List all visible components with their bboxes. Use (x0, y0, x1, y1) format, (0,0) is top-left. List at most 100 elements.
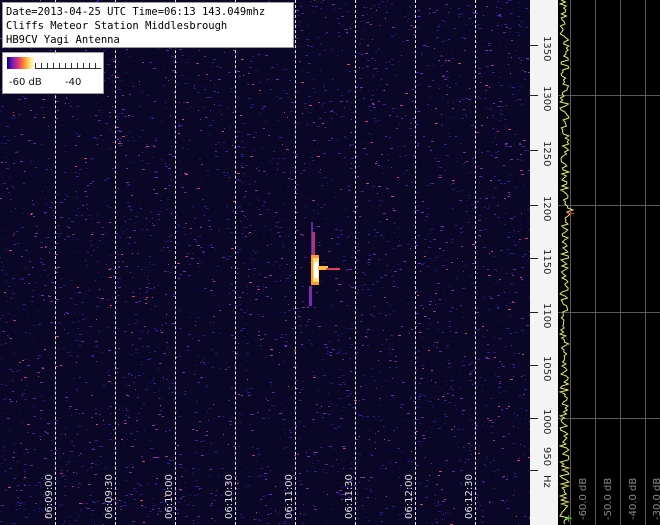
noise-speck (289, 437, 292, 438)
noise-speck (293, 308, 294, 309)
noise-speck (181, 312, 182, 313)
noise-speck (489, 253, 490, 254)
peak-marker: + (566, 207, 576, 220)
noise-speck (204, 215, 205, 216)
noise-speck (85, 162, 87, 163)
noise-speck (356, 439, 358, 440)
noise-speck (298, 316, 301, 317)
noise-speck (280, 438, 281, 439)
noise-speck (301, 13, 304, 14)
noise-speck (166, 50, 169, 51)
noise-speck (87, 185, 89, 186)
noise-speck (523, 454, 524, 455)
noise-speck (14, 136, 16, 137)
noise-speck (271, 67, 274, 68)
noise-speck (125, 72, 127, 73)
noise-speck (464, 356, 466, 357)
noise-speck (486, 6, 488, 7)
noise-speck (17, 485, 20, 486)
noise-speck (138, 106, 141, 107)
legend-max-label: -40 (65, 77, 82, 88)
noise-speck (273, 264, 274, 265)
noise-speck (2, 331, 5, 332)
noise-speck (401, 55, 402, 56)
noise-speck (36, 287, 37, 288)
noise-speck (108, 375, 110, 376)
noise-speck (455, 225, 457, 226)
noise-speck (149, 352, 150, 353)
noise-speck (308, 63, 311, 64)
noise-speck (170, 241, 173, 242)
freq-unit-label: Hz (541, 475, 552, 488)
noise-speck (380, 235, 383, 236)
noise-speck (372, 95, 374, 96)
noise-speck (378, 7, 381, 8)
noise-speck (458, 8, 460, 9)
noise-speck (506, 408, 508, 409)
noise-speck (490, 407, 491, 408)
noise-speck (141, 172, 142, 173)
noise-speck (303, 504, 304, 505)
noise-speck (300, 400, 302, 401)
noise-speck (444, 291, 445, 292)
noise-speck (152, 425, 155, 426)
noise-speck (108, 381, 111, 382)
noise-speck (416, 291, 418, 292)
noise-speck (228, 400, 230, 401)
noise-speck (329, 382, 330, 383)
noise-speck (230, 91, 232, 92)
noise-speck (206, 384, 207, 385)
noise-speck (66, 226, 68, 227)
noise-speck (380, 405, 381, 406)
noise-speck (410, 135, 411, 136)
noise-speck (388, 167, 389, 168)
noise-speck (339, 490, 342, 491)
noise-speck (521, 267, 524, 268)
noise-speck (266, 466, 269, 467)
noise-speck (31, 213, 33, 214)
noise-speck (392, 349, 394, 350)
noise-speck (78, 340, 79, 341)
noise-speck (29, 513, 30, 514)
noise-speck (91, 417, 93, 418)
noise-speck (447, 85, 448, 86)
noise-speck (176, 357, 177, 358)
noise-speck (337, 55, 339, 56)
noise-speck (139, 136, 140, 137)
noise-speck (249, 282, 252, 283)
noise-speck (401, 118, 403, 119)
noise-speck (330, 372, 332, 373)
noise-speck (407, 413, 410, 414)
noise-speck (424, 316, 427, 317)
noise-speck (107, 48, 109, 49)
noise-speck (61, 470, 63, 471)
noise-speck (492, 72, 495, 73)
noise-speck (126, 410, 129, 411)
noise-speck (3, 266, 4, 267)
noise-speck (22, 395, 23, 396)
noise-speck (380, 468, 383, 469)
noise-speck (26, 250, 27, 251)
noise-speck (266, 81, 267, 82)
noise-speck (88, 484, 91, 485)
noise-speck (0, 111, 2, 112)
noise-speck (402, 451, 403, 452)
noise-speck (167, 199, 169, 200)
noise-speck (317, 390, 319, 391)
noise-speck (499, 383, 501, 384)
noise-speck (123, 216, 125, 217)
noise-speck (35, 282, 38, 283)
noise-speck (449, 87, 451, 88)
noise-speck (113, 142, 114, 143)
noise-speck (279, 265, 281, 266)
noise-speck (158, 414, 161, 415)
noise-speck (328, 406, 330, 407)
noise-speck (85, 448, 86, 449)
noise-speck (469, 380, 472, 381)
noise-speck (102, 112, 103, 113)
noise-speck (262, 496, 265, 497)
meteor-echo (314, 262, 318, 278)
noise-speck (301, 344, 303, 345)
noise-speck (422, 435, 425, 436)
noise-speck (368, 242, 369, 243)
